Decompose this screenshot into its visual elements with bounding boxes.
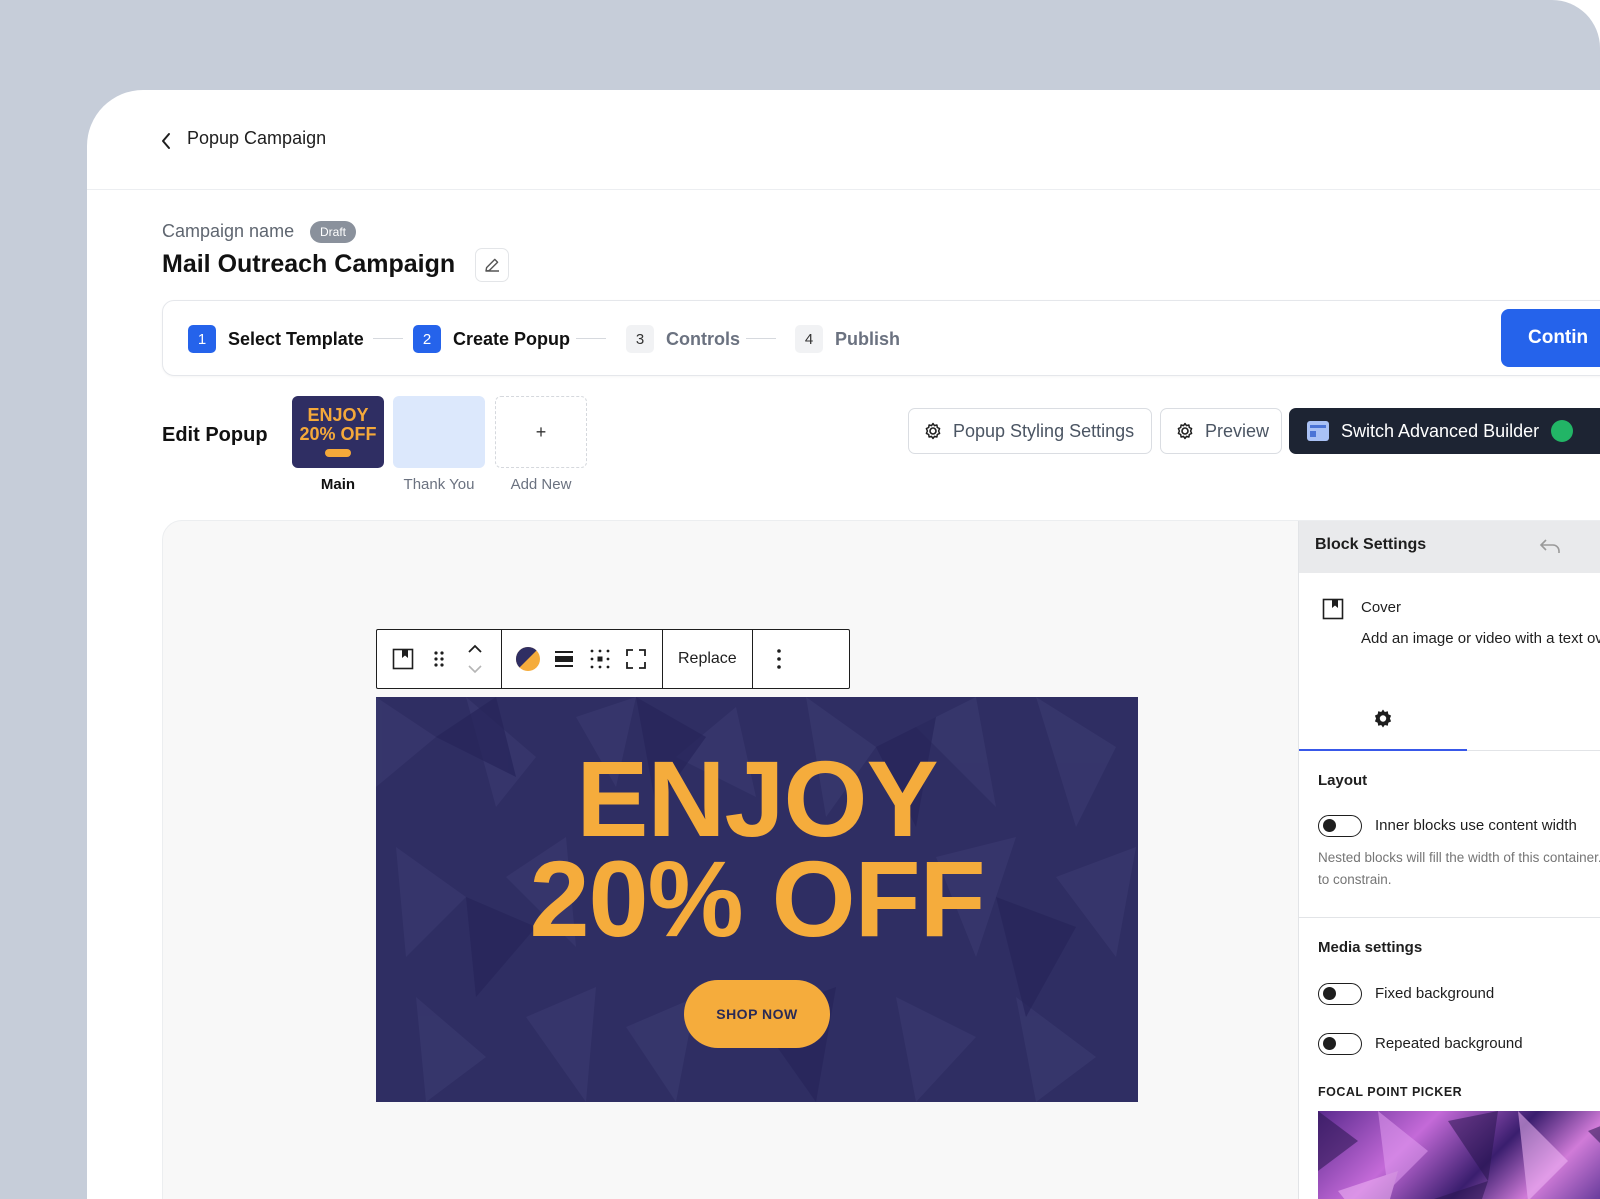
screen-thumb-thank-you[interactable] bbox=[393, 396, 485, 468]
repeated-background-toggle[interactable] bbox=[1318, 1033, 1362, 1055]
add-screen-button[interactable]: + bbox=[495, 396, 587, 468]
campaign-name-label: Campaign name bbox=[162, 221, 295, 241]
content-width-label: Inner blocks use content width bbox=[1375, 817, 1577, 834]
step-publish[interactable]: 4 Publish bbox=[795, 325, 900, 353]
repeated-background-label: Repeated background bbox=[1375, 1035, 1523, 1052]
thumb-button bbox=[325, 449, 351, 457]
block-name: Cover bbox=[1361, 599, 1402, 616]
block-settings-panel: Block Settings Cover Add an image or vid… bbox=[1298, 521, 1600, 1199]
toolbar-group-style bbox=[502, 630, 663, 688]
more-options-icon[interactable] bbox=[761, 637, 797, 681]
step-create-popup[interactable]: 2 Create Popup bbox=[413, 325, 570, 353]
cover-block-icon bbox=[1321, 597, 1345, 626]
layout-help-text: Nested blocks will fill the width of thi… bbox=[1318, 850, 1600, 887]
step-number: 3 bbox=[626, 325, 654, 353]
toolbar-group-more bbox=[753, 630, 805, 688]
content-width-toggle[interactable] bbox=[1318, 815, 1362, 837]
continue-button[interactable]: Contin bbox=[1501, 309, 1600, 367]
tab-settings[interactable] bbox=[1299, 689, 1467, 751]
replace-button[interactable]: Replace bbox=[671, 650, 744, 668]
status-badge: Draft bbox=[310, 221, 357, 243]
cover-heading-line2[interactable]: 20% OFF bbox=[376, 845, 1138, 953]
switch-advanced-builder-button[interactable]: Switch Advanced Builder bbox=[1289, 408, 1600, 454]
gear-icon bbox=[1374, 709, 1392, 728]
pencil-icon bbox=[485, 258, 499, 272]
back-button[interactable] bbox=[155, 130, 177, 152]
preview-button[interactable]: Preview bbox=[1160, 408, 1282, 454]
step-separator bbox=[746, 338, 776, 339]
step-select-template[interactable]: 1 Select Template bbox=[188, 325, 364, 353]
gear-icon bbox=[923, 421, 943, 441]
editor-canvas: Replace ENJOY 20% OFF SHOP NOW Block Set… bbox=[162, 520, 1600, 1199]
tab-styles[interactable] bbox=[1467, 689, 1600, 751]
step-number: 1 bbox=[188, 325, 216, 353]
panel-title: Block Settings bbox=[1315, 536, 1427, 553]
screen-caption-thank-you: Thank You bbox=[403, 476, 475, 493]
gear-icon bbox=[1175, 421, 1195, 441]
step-label: Controls bbox=[666, 328, 740, 349]
toolbar-group-replace: Replace bbox=[663, 630, 753, 688]
step-number: 4 bbox=[795, 325, 823, 353]
plus-icon: + bbox=[535, 421, 547, 442]
panel-header: Block Settings bbox=[1299, 521, 1600, 573]
screen-thumb-main[interactable]: ENJOY 20% OFF bbox=[292, 396, 384, 468]
status-dot bbox=[1551, 420, 1573, 442]
section-divider bbox=[1299, 917, 1600, 918]
undo-icon[interactable] bbox=[1539, 537, 1561, 560]
top-bar: Popup Campaign bbox=[87, 90, 1600, 190]
block-description: Add an image or video with a text overla… bbox=[1361, 630, 1600, 647]
page-title: Popup Campaign bbox=[187, 128, 327, 148]
move-up-down-icon[interactable] bbox=[457, 637, 493, 681]
edit-popup-label: Edit Popup bbox=[162, 424, 268, 446]
cover-block-icon[interactable] bbox=[385, 637, 421, 681]
screen-caption-add-new: Add New bbox=[510, 476, 572, 493]
thumb-line1: ENJOY bbox=[307, 405, 369, 425]
toolbar-group-block bbox=[377, 630, 502, 688]
focal-image bbox=[1318, 1111, 1600, 1199]
fixed-background-toggle[interactable] bbox=[1318, 983, 1362, 1005]
switch-advanced-builder-label: Switch Advanced Builder bbox=[1341, 420, 1540, 441]
screen-caption-main: Main bbox=[320, 476, 356, 493]
focal-point-label: FOCAL POINT PICKER bbox=[1318, 1085, 1463, 1099]
stepper: 1 Select Template 2 Create Popup 3 Contr… bbox=[162, 300, 1600, 376]
alignment-grid-icon[interactable] bbox=[582, 637, 618, 681]
step-label: Select Template bbox=[228, 328, 364, 349]
focal-point-picker[interactable] bbox=[1318, 1111, 1600, 1199]
content-position-icon[interactable] bbox=[546, 637, 582, 681]
overlay-color-icon[interactable] bbox=[510, 637, 546, 681]
layout-icon bbox=[1307, 421, 1329, 441]
popup-styling-settings-button[interactable]: Popup Styling Settings bbox=[908, 408, 1152, 454]
popup-styling-settings-label: Popup Styling Settings bbox=[953, 420, 1135, 441]
chevron-left-icon bbox=[162, 133, 170, 149]
media-settings-title: Media settings bbox=[1318, 939, 1423, 956]
outer-frame: Popup Campaign Campaign name Draft Mail … bbox=[0, 0, 1600, 1199]
cover-block[interactable]: ENJOY 20% OFF SHOP NOW bbox=[376, 697, 1138, 1102]
panel-tabs bbox=[1299, 689, 1600, 751]
step-separator bbox=[373, 338, 403, 339]
app-window: Popup Campaign Campaign name Draft Mail … bbox=[87, 90, 1600, 1199]
step-number: 2 bbox=[413, 325, 441, 353]
fullscreen-icon[interactable] bbox=[618, 637, 654, 681]
step-label: Publish bbox=[835, 328, 901, 349]
block-toolbar: Replace bbox=[376, 629, 850, 689]
step-separator bbox=[576, 338, 606, 339]
step-controls[interactable]: 3 Controls bbox=[626, 325, 740, 353]
drag-handle-icon[interactable] bbox=[421, 637, 457, 681]
campaign-title: Mail Outreach Campaign bbox=[162, 250, 456, 278]
step-label: Create Popup bbox=[453, 328, 571, 349]
fixed-background-label: Fixed background bbox=[1375, 985, 1495, 1002]
shop-now-button[interactable]: SHOP NOW bbox=[684, 980, 830, 1048]
cover-heading-line1[interactable]: ENJOY bbox=[376, 745, 1138, 853]
layout-title: Layout bbox=[1318, 772, 1368, 789]
preview-label: Preview bbox=[1205, 420, 1270, 441]
thumb-line2: 20% OFF bbox=[299, 424, 377, 444]
edit-name-button[interactable] bbox=[475, 248, 509, 282]
